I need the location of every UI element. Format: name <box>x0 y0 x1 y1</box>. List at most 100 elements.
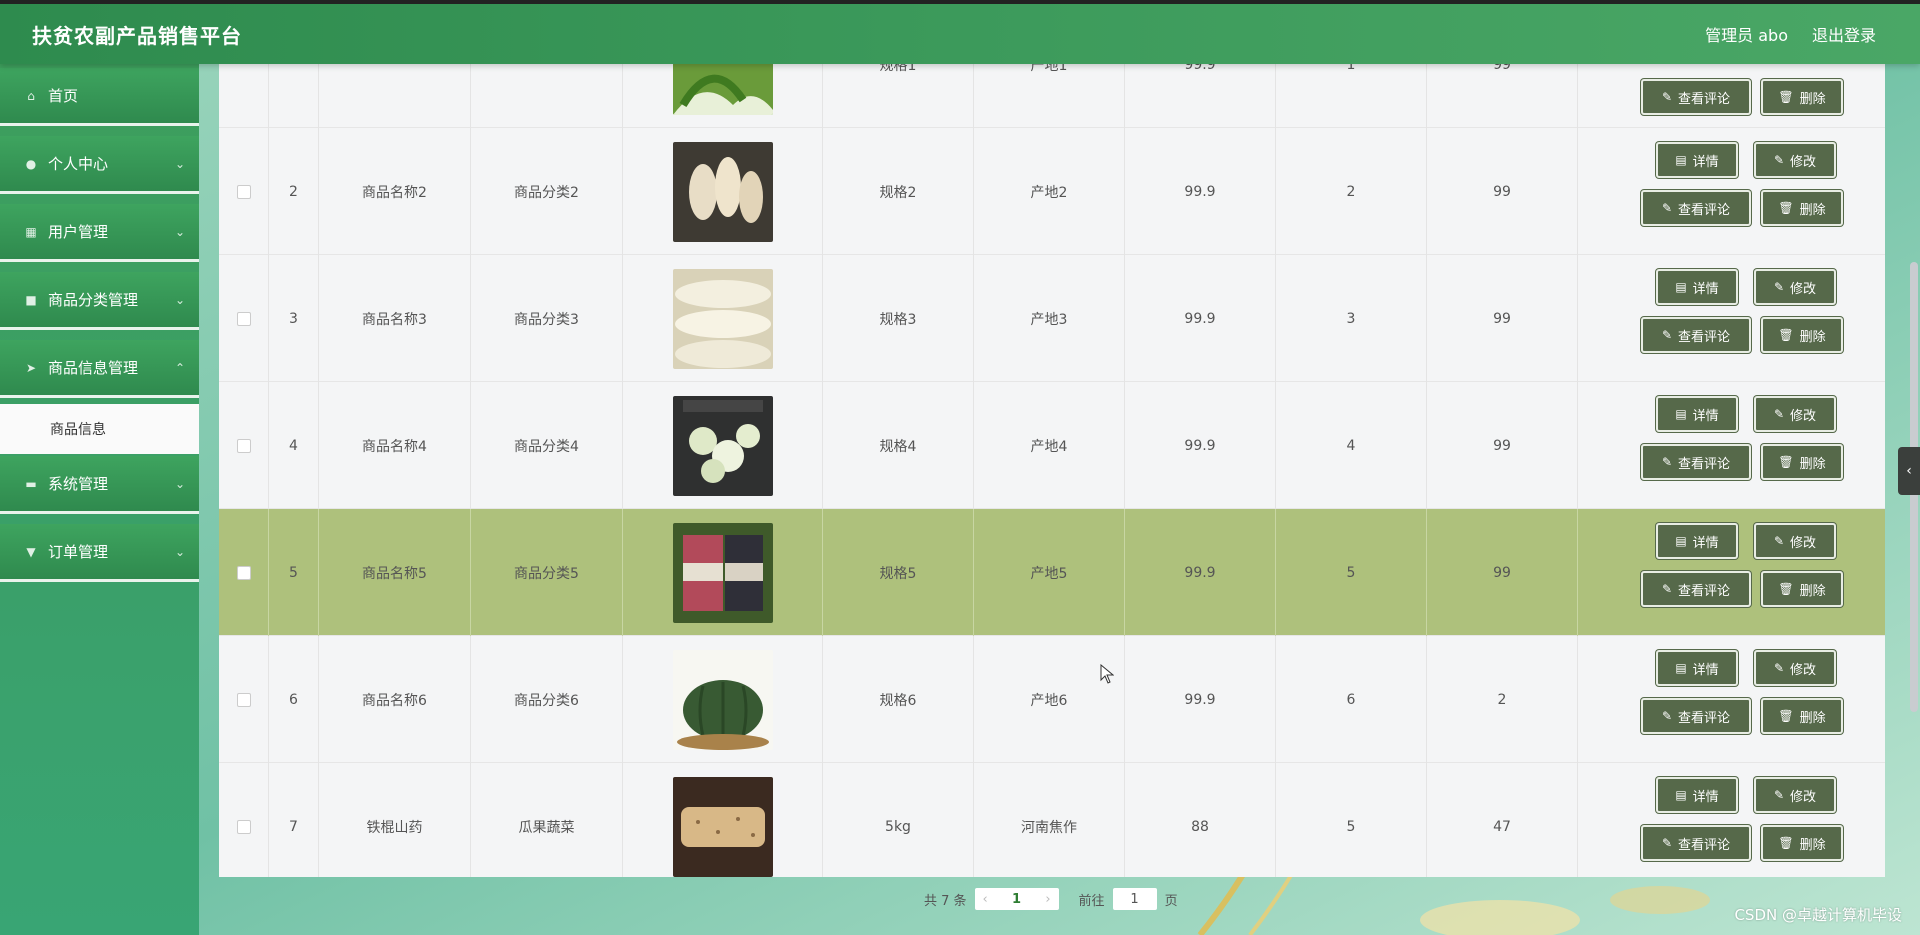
current-page[interactable]: 1 <box>1012 892 1021 907</box>
sidebar-item-label: 个人中心 <box>48 155 109 173</box>
view-comments-button[interactable]: ✎ 查看评论 <box>1641 825 1751 861</box>
edit-button[interactable]: ✎ 修改 <box>1754 777 1836 813</box>
cell-image <box>623 255 823 382</box>
cell-price: 99.9 <box>1125 382 1276 509</box>
edit-icon: ✎ <box>1661 328 1673 342</box>
edit-button[interactable]: ✎ 修改 <box>1754 650 1836 686</box>
cell-checkbox <box>219 128 269 255</box>
view-comments-button[interactable]: ✎ 查看评论 <box>1641 317 1751 353</box>
next-page-icon[interactable]: › <box>1045 892 1050 907</box>
view-comments-button[interactable]: ✎ 查看评论 <box>1641 444 1751 480</box>
vegetable-image <box>672 64 773 115</box>
edit-icon: ✎ <box>1773 661 1785 675</box>
row-checkbox[interactable] <box>236 819 251 834</box>
edit-button[interactable]: ✎ 修改 <box>1754 142 1836 178</box>
delete-button[interactable]: 🗑 删除 <box>1761 571 1843 607</box>
cell-name: 商品名称3 <box>319 255 471 382</box>
sidebar-item-label: 首页 <box>48 87 79 105</box>
delete-button[interactable]: 🗑 删除 <box>1761 190 1843 226</box>
row-checkbox[interactable] <box>236 565 251 580</box>
sidebar-item-orders[interactable]: ▼ 订单管理 ⌄ <box>0 524 199 582</box>
current-user-label: 管理员 abo <box>1705 26 1788 45</box>
table-row[interactable]: 6 商品名称6 商品分类6 规格6 产地6 99.9 6 2 ▤ 详情 ✎ 修改 ✎ 查看评论 🗑 删除 <box>219 636 1885 763</box>
detail-button[interactable]: ▤ 详情 <box>1656 269 1738 305</box>
cell-stock: 5 <box>1276 763 1427 877</box>
sidebar-item-profile[interactable]: ● 个人中心 ⌄ <box>0 136 199 194</box>
cell-origin: 河南焦作 <box>974 763 1125 877</box>
document-icon: ▤ <box>1675 153 1687 167</box>
total-count: 共 7 条 <box>924 893 967 909</box>
view-comments-button[interactable]: ✎ 查看评论 <box>1641 571 1751 607</box>
row-checkbox[interactable] <box>236 311 251 326</box>
cell-origin: 产地3 <box>974 255 1125 382</box>
row-checkbox[interactable] <box>236 184 251 199</box>
edit-button[interactable]: ✎ 修改 <box>1754 396 1836 432</box>
view-comments-button-label: 查看评论 <box>1678 710 1731 726</box>
sidebar: ⌂ 首页 ● 个人中心 ⌄ ▦ 用户管理 ⌄ ■ 商品分类管理 ⌄ ➤ 商品信息… <box>0 64 199 935</box>
cell-spec: 规格1 <box>823 64 974 128</box>
detail-button[interactable]: ▤ 详情 <box>1656 142 1738 178</box>
document-icon: ▤ <box>1675 534 1687 548</box>
sidebar-item-label: 商品信息管理 <box>48 359 139 377</box>
sidebar-item-label: 用户管理 <box>48 223 109 241</box>
cell-index: 4 <box>269 382 319 509</box>
cell-image <box>623 382 823 509</box>
cell-stock: 4 <box>1276 382 1427 509</box>
table-row[interactable]: 5 商品名称5 商品分类5 规格5 产地5 99.9 5 99 ▤ 详情 ✎ 修改 ✎ 查看评论 🗑 删除 <box>219 509 1885 636</box>
sidebar-item-home[interactable]: ⌂ 首页 <box>0 68 199 126</box>
cell-actions: ▤ 详情 ✎ 修改 ✎ 查看评论 🗑 删除 <box>1578 509 1885 636</box>
document-icon: ▤ <box>1675 280 1687 294</box>
view-comments-button[interactable]: ✎ 查看评论 <box>1641 190 1751 226</box>
edit-button[interactable]: ✎ 修改 <box>1754 523 1836 559</box>
delete-button[interactable]: 🗑 删除 <box>1761 444 1843 480</box>
chevron-down-icon: ⌄ <box>174 544 185 559</box>
table-row[interactable]: 3 商品名称3 商品分类3 规格3 产地3 99.9 3 99 ▤ 详情 ✎ 修改 ✎ 查看评论 🗑 删除 <box>219 255 1885 382</box>
sidebar-item-category[interactable]: ■ 商品分类管理 ⌄ <box>0 272 199 330</box>
delete-button[interactable]: 🗑 删除 <box>1761 698 1843 734</box>
cell-origin: 产地5 <box>974 509 1125 636</box>
sidebar-item-system[interactable]: ▬ 系统管理 ⌄ <box>0 456 199 514</box>
row-checkbox[interactable] <box>236 692 251 707</box>
sidebar-subitem-product-info[interactable]: 商品信息 <box>0 404 199 454</box>
detail-button[interactable]: ▤ 详情 <box>1656 777 1738 813</box>
cell-image <box>623 509 823 636</box>
chevron-down-icon: ⌄ <box>174 224 185 239</box>
sidebar-item-products[interactable]: ➤ 商品信息管理 ⌃ <box>0 340 199 398</box>
trash-icon: 🗑 <box>1778 201 1794 215</box>
cell-index: 2 <box>269 128 319 255</box>
view-comments-button[interactable]: ✎ 查看评论 <box>1641 79 1751 115</box>
table-row[interactable]: 7 铁棍山药 瓜果蔬菜 5kg 河南焦作 88 5 47 ▤ 详情 ✎ 修改 ✎ 查看评论 🗑 删除 <box>219 763 1885 877</box>
view-comments-button-label: 查看评论 <box>1678 583 1731 599</box>
table-row[interactable]: 4 商品名称4 商品分类4 规格4 产地4 99.9 4 99 ▤ 详情 ✎ 修改 ✎ 查看评论 🗑 删除 <box>219 382 1885 509</box>
detail-button[interactable]: ▤ 详情 <box>1656 396 1738 432</box>
trash-icon: 🗑 <box>1778 836 1794 850</box>
edit-icon: ✎ <box>1661 709 1673 723</box>
goto-page-input[interactable]: 1 <box>1112 888 1157 910</box>
logout-link[interactable]: 退出登录 <box>1812 22 1876 46</box>
detail-button[interactable]: ▤ 详情 <box>1656 650 1738 686</box>
delete-button[interactable]: 🗑 删除 <box>1761 825 1843 861</box>
delete-button[interactable]: 🗑 删除 <box>1761 317 1843 353</box>
cell-name: 商品名称4 <box>319 382 471 509</box>
edit-button-label: 修改 <box>1790 662 1817 678</box>
cell-checkbox <box>219 636 269 763</box>
edit-icon: ✎ <box>1661 582 1673 596</box>
row-checkbox[interactable] <box>236 438 251 453</box>
detail-button[interactable]: ▤ 详情 <box>1656 523 1738 559</box>
cell-sales: 47 <box>1427 763 1578 877</box>
view-comments-button[interactable]: ✎ 查看评论 <box>1641 698 1751 734</box>
send-icon: ➤ <box>25 360 37 375</box>
cell-stock: 3 <box>1276 255 1427 382</box>
edit-icon: ✎ <box>1773 153 1785 167</box>
chevron-down-icon: ⌄ <box>174 292 185 307</box>
cell-index: 5 <box>269 509 319 636</box>
sidebar-item-users[interactable]: ▦ 用户管理 ⌄ <box>0 204 199 262</box>
detail-button-label: 详情 <box>1692 662 1719 678</box>
delete-button[interactable]: 🗑 删除 <box>1761 79 1843 115</box>
cell-checkbox <box>219 763 269 877</box>
edit-button[interactable]: ✎ 修改 <box>1754 269 1836 305</box>
prev-page-icon[interactable]: ‹ <box>983 892 988 907</box>
table-row[interactable]: 2 商品名称2 商品分类2 规格2 产地2 99.9 2 99 ▤ 详情 ✎ 修改 ✎ 查看评论 🗑 删除 <box>219 128 1885 255</box>
collapse-panel-button[interactable]: ‹ <box>1898 447 1920 495</box>
sidebar-item-label: 商品分类管理 <box>48 291 139 309</box>
